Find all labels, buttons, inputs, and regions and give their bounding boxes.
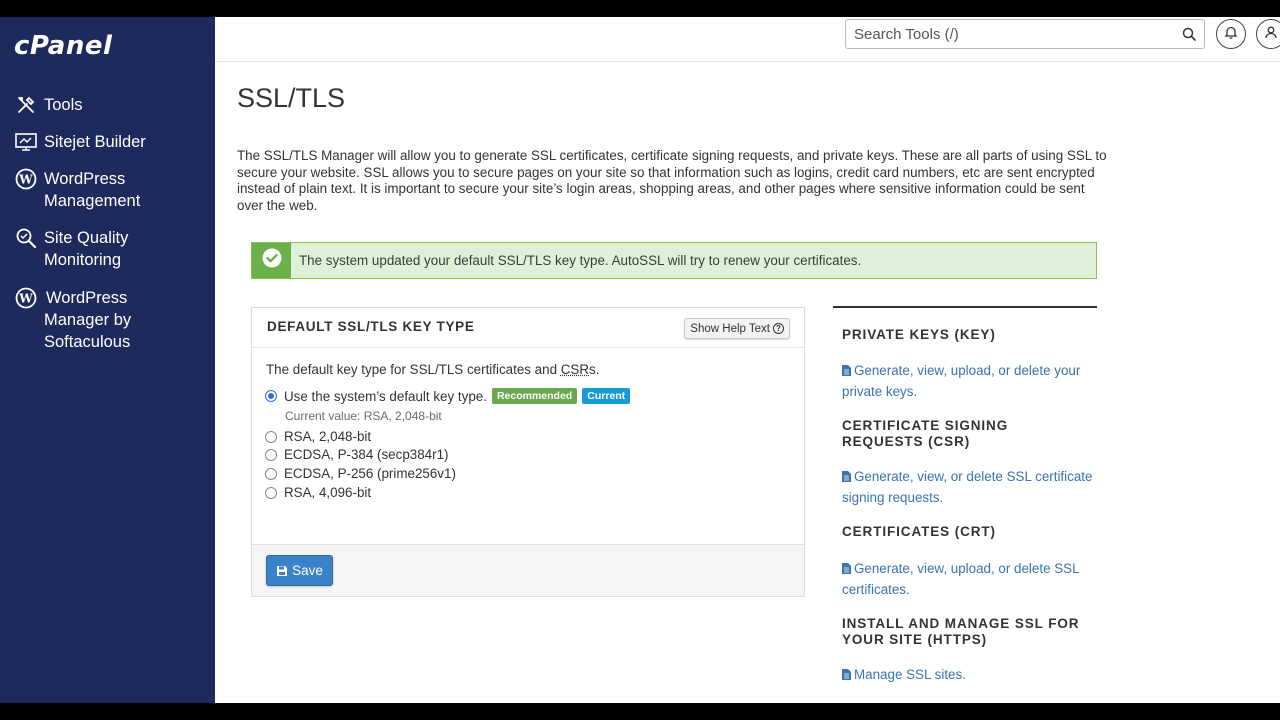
page-intro: The SSL/TLS Manager will allow you to ge…	[237, 148, 1107, 214]
link-text[interactable]: Generate, view, upload, or delete SSL ce…	[842, 561, 1079, 597]
site-quality-icon	[14, 227, 38, 249]
top-header	[215, 17, 1280, 62]
browser-viewport: cPanel Tools Sitejet Builder W WordPress…	[0, 17, 1280, 703]
private-keys-heading: PRIVATE KEYS (KEY)	[842, 327, 996, 342]
question-circle-icon: ?	[773, 323, 784, 334]
sidebar-item-label: Tools	[44, 96, 83, 114]
panel-title: DEFAULT SSL/TLS KEY TYPE	[267, 319, 475, 334]
current-badge: Current	[582, 388, 631, 404]
radio-ecdsa-p256[interactable]	[265, 467, 277, 480]
sidebar-item-label: WordPress Management	[44, 170, 141, 210]
wordpress-icon: W	[14, 168, 38, 190]
option-label: ECDSA, P-256 (prime256v1)	[284, 466, 456, 481]
csr-abbr: CSR	[560, 362, 590, 377]
svg-text:W: W	[18, 173, 33, 187]
main-content: SSL/TLS The SSL/TLS Manager will allow y…	[215, 63, 1280, 703]
sitejet-icon	[14, 131, 38, 153]
option-ecdsa-p256[interactable]: ECDSA, P-256 (prime256v1)	[265, 466, 456, 481]
option-label: Use the system’s default key type.	[284, 388, 487, 404]
certificates-heading: CERTIFICATES (CRT)	[842, 524, 996, 539]
option-rsa-2048[interactable]: RSA, 2,048-bit	[265, 429, 371, 444]
key-type-panel: DEFAULT SSL/TLS KEY TYPE Show Help Text …	[251, 307, 805, 597]
option-system-default[interactable]: Use the system’s default key type. Recom…	[265, 388, 631, 404]
private-keys-link[interactable]: Generate, view, upload, or delete your p…	[842, 361, 1097, 401]
link-text[interactable]: Manage SSL sites.	[854, 667, 966, 682]
notifications-button[interactable]	[1216, 19, 1246, 49]
manage-ssl-link[interactable]: Manage SSL sites.	[842, 665, 1097, 686]
option-ecdsa-p384[interactable]: ECDSA, P-384 (secp384r1)	[265, 447, 448, 462]
cpanel-logo[interactable]: cPanel	[14, 31, 112, 61]
check-circle-icon	[262, 248, 282, 273]
alert-message: The system updated your default SSL/TLS …	[299, 253, 862, 268]
panel-heading: DEFAULT SSL/TLS KEY TYPE Show Help Text …	[252, 308, 804, 348]
user-menu-button[interactable]	[1256, 19, 1280, 49]
wordpress-icon: W	[14, 287, 38, 309]
radio-rsa-4096[interactable]	[265, 486, 277, 499]
sidebar-item-sitejet[interactable]: Sitejet Builder	[14, 131, 146, 153]
user-icon	[1264, 25, 1278, 44]
search-box[interactable]	[845, 19, 1205, 49]
save-icon	[277, 565, 288, 576]
option-label: RSA, 2,048-bit	[284, 429, 372, 444]
document-icon	[842, 362, 851, 382]
radio-rsa-2048[interactable]	[265, 430, 277, 443]
sidebar-item-tools[interactable]: Tools	[14, 94, 83, 116]
sidebar-item-wordpress-manager-softaculous[interactable]: W WordPress Manager by Softaculous	[14, 287, 204, 353]
certificates-link[interactable]: Generate, view, upload, or delete SSL ce…	[842, 559, 1097, 599]
bell-icon	[1224, 25, 1238, 44]
radio-system-default[interactable]	[265, 390, 277, 402]
panel-description: The default key type for SSL/TLS certifi…	[266, 362, 599, 377]
sidebar-item-label: Site Quality Monitoring	[44, 229, 129, 269]
option-rsa-4096[interactable]: RSA, 4,096-bit	[265, 485, 371, 500]
recommended-badge: Recommended	[491, 388, 578, 404]
document-icon	[842, 560, 851, 580]
sidebar-item-wordpress-management[interactable]: W WordPress Management	[14, 168, 194, 212]
option-label: ECDSA, P-384 (secp384r1)	[284, 447, 449, 462]
sidebar: cPanel Tools Sitejet Builder W WordPress…	[0, 17, 215, 703]
success-alert: The system updated your default SSL/TLS …	[251, 242, 1097, 279]
link-text[interactable]: Generate, view, or delete SSL certificat…	[842, 469, 1092, 505]
option-label: RSA, 4,096-bit	[284, 485, 372, 500]
sidebar-item-label: WordPress Manager by Softaculous	[44, 289, 132, 351]
document-icon	[842, 666, 851, 686]
csr-link[interactable]: Generate, view, or delete SSL certificat…	[842, 467, 1097, 507]
svg-text:W: W	[18, 292, 33, 306]
alert-icon-box	[252, 243, 291, 278]
description-suffix: s.	[589, 362, 600, 377]
panel-footer: Save	[252, 544, 804, 596]
search-icon[interactable]	[1182, 27, 1196, 46]
save-button[interactable]: Save	[266, 555, 333, 586]
description-text: The default key type for SSL/TLS certifi…	[266, 362, 561, 377]
help-button-label: Show Help Text	[690, 322, 770, 335]
csr-heading: CERTIFICATE SIGNING REQUESTS (CSR)	[842, 418, 1009, 449]
radio-ecdsa-p384[interactable]	[265, 448, 277, 461]
install-ssl-heading: INSTALL AND MANAGE SSL FOR YOUR SITE (HT…	[842, 616, 1080, 647]
sidebar-item-site-quality[interactable]: Site Quality Monitoring	[14, 227, 194, 271]
tools-icon	[14, 94, 38, 116]
link-text[interactable]: Generate, view, upload, or delete your p…	[842, 363, 1080, 399]
save-button-label: Save	[292, 563, 323, 578]
show-help-text-button[interactable]: Show Help Text ?	[684, 318, 790, 339]
current-value-note: Current value: RSA, 2,048-bit	[285, 409, 442, 423]
ssl-links-column: PRIVATE KEYS (KEY) Generate, view, uploa…	[833, 306, 1097, 682]
document-icon	[842, 468, 851, 488]
sidebar-item-label: Sitejet Builder	[44, 133, 146, 151]
search-input[interactable]	[846, 25, 1166, 43]
page-title: SSL/TLS	[237, 83, 346, 113]
